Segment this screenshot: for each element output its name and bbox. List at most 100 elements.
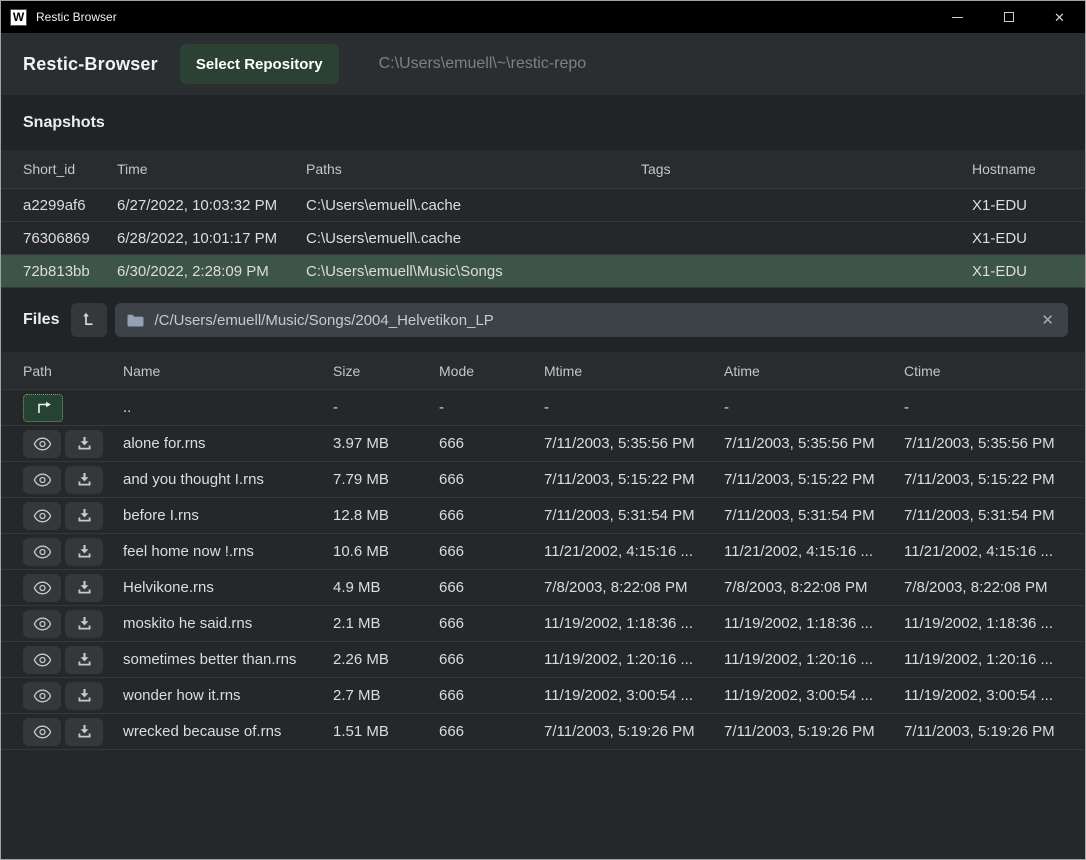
tree-view-toggle-button[interactable] <box>71 303 107 337</box>
snapshot-hostname: X1-EDU <box>972 230 1063 247</box>
clear-path-button[interactable]: ✕ <box>1039 313 1056 328</box>
file-mtime: 11/21/2002, 4:15:16 ... <box>544 543 724 560</box>
preview-file-button[interactable] <box>23 538 61 566</box>
go-to-parent-button[interactable] <box>23 394 63 422</box>
file-atime: 7/11/2003, 5:31:54 PM <box>724 507 904 524</box>
file-size: 10.6 MB <box>333 543 439 560</box>
maximize-button[interactable] <box>983 1 1034 33</box>
snapshots-section-title: Snapshots <box>23 114 105 132</box>
preview-file-button[interactable] <box>23 610 61 638</box>
file-size: 7.79 MB <box>333 471 439 488</box>
file-actions <box>23 574 123 602</box>
window-titlebar[interactable]: W Restic Browser ✕ <box>1 1 1085 33</box>
download-icon <box>77 652 92 667</box>
clear-icon: ✕ <box>1041 312 1054 329</box>
snapshot-paths: C:\Users\emuell\Music\Songs <box>306 263 641 280</box>
file-actions <box>23 682 123 710</box>
file-actions <box>23 718 123 746</box>
file-name: sometimes better than.rns <box>123 651 333 668</box>
file-row: Helvikone.rns4.9 MB6667/8/2003, 8:22:08 … <box>1 570 1085 606</box>
file-atime: - <box>724 399 904 416</box>
preview-file-button[interactable] <box>23 466 61 494</box>
file-mode: 666 <box>439 615 544 632</box>
file-mtime: 7/11/2003, 5:35:56 PM <box>544 435 724 452</box>
preview-file-button[interactable] <box>23 646 61 674</box>
eye-icon <box>33 725 52 739</box>
snapshot-row[interactable]: 72b813bb6/30/2022, 2:28:09 PMC:\Users\em… <box>1 255 1085 288</box>
files-section-title: Files <box>23 311 59 329</box>
file-ctime: 7/11/2003, 5:31:54 PM <box>904 507 1063 524</box>
restic-browser-window: W Restic Browser ✕ Restic-Browser Select… <box>0 0 1086 860</box>
download-file-button[interactable] <box>65 682 103 710</box>
current-path-text: /C/Users/emuell/Music/Songs/2004_Helveti… <box>154 312 493 329</box>
file-actions <box>23 538 123 566</box>
download-file-button[interactable] <box>65 538 103 566</box>
file-mode: 666 <box>439 471 544 488</box>
download-icon <box>77 616 92 631</box>
file-atime: 11/19/2002, 3:00:54 ... <box>724 687 904 704</box>
file-atime: 11/19/2002, 1:20:16 ... <box>724 651 904 668</box>
select-repository-button[interactable]: Select Repository <box>180 44 339 84</box>
preview-file-button[interactable] <box>23 430 61 458</box>
download-file-button[interactable] <box>65 466 103 494</box>
file-atime: 11/21/2002, 4:15:16 ... <box>724 543 904 560</box>
file-mode: 666 <box>439 435 544 452</box>
file-mode: 666 <box>439 543 544 560</box>
snapshot-row[interactable]: a2299af66/27/2022, 10:03:32 PMC:\Users\e… <box>1 189 1085 222</box>
file-row: sometimes better than.rns2.26 MB66611/19… <box>1 642 1085 678</box>
eye-icon <box>33 617 52 631</box>
close-button[interactable]: ✕ <box>1034 1 1085 33</box>
current-path-input[interactable]: /C/Users/emuell/Music/Songs/2004_Helveti… <box>115 303 1068 337</box>
download-file-button[interactable] <box>65 574 103 602</box>
snapshot-time: 6/30/2022, 2:28:09 PM <box>117 263 306 280</box>
download-file-button[interactable] <box>65 718 103 746</box>
file-row: wonder how it.rns2.7 MB66611/19/2002, 3:… <box>1 678 1085 714</box>
files-col-path: Path <box>23 363 123 379</box>
download-icon <box>77 508 92 523</box>
file-ctime: - <box>904 399 1063 416</box>
app-logo-icon: W <box>10 9 27 26</box>
eye-icon <box>33 653 52 667</box>
download-icon <box>77 724 92 739</box>
file-size: 2.7 MB <box>333 687 439 704</box>
file-atime: 11/19/2002, 1:18:36 ... <box>724 615 904 632</box>
snapshots-table-body: a2299af66/27/2022, 10:03:32 PMC:\Users\e… <box>1 189 1085 288</box>
file-size: 12.8 MB <box>333 507 439 524</box>
file-mtime: 7/11/2003, 5:31:54 PM <box>544 507 724 524</box>
files-table-body: ..-----alone for.rns3.97 MB6667/11/2003,… <box>1 390 1085 750</box>
download-file-button[interactable] <box>65 646 103 674</box>
file-ctime: 7/8/2003, 8:22:08 PM <box>904 579 1063 596</box>
file-name: before I.rns <box>123 507 333 524</box>
download-icon <box>77 580 92 595</box>
file-actions <box>23 646 123 674</box>
minimize-button[interactable] <box>932 1 983 33</box>
snapshot-time: 6/28/2022, 10:01:17 PM <box>117 230 306 247</box>
preview-file-button[interactable] <box>23 502 61 530</box>
file-name: moskito he said.rns <box>123 615 333 632</box>
files-col-mtime: Mtime <box>544 363 724 379</box>
snapshots-table-header: Short_id Time Paths Tags Hostname <box>1 150 1085 189</box>
file-mode: 666 <box>439 723 544 740</box>
file-row: and you thought I.rns7.79 MB6667/11/2003… <box>1 462 1085 498</box>
download-file-button[interactable] <box>65 610 103 638</box>
preview-file-button[interactable] <box>23 682 61 710</box>
preview-file-button[interactable] <box>23 718 61 746</box>
download-file-button[interactable] <box>65 430 103 458</box>
file-ctime: 7/11/2003, 5:35:56 PM <box>904 435 1063 452</box>
files-toolbar: Files /C/Users/emuell/Music/Songs/2004_H… <box>1 288 1085 352</box>
file-row: moskito he said.rns2.1 MB66611/19/2002, … <box>1 606 1085 642</box>
file-mode: - <box>439 399 544 416</box>
preview-file-button[interactable] <box>23 574 61 602</box>
eye-icon <box>33 545 52 559</box>
snapshot-short-id: 76306869 <box>23 230 117 247</box>
eye-icon <box>33 689 52 703</box>
download-file-button[interactable] <box>65 502 103 530</box>
download-icon <box>77 472 92 487</box>
close-icon: ✕ <box>1054 11 1065 24</box>
file-row: alone for.rns3.97 MB6667/11/2003, 5:35:5… <box>1 426 1085 462</box>
snapshot-row[interactable]: 763068696/28/2022, 10:01:17 PMC:\Users\e… <box>1 222 1085 255</box>
snapshots-title-row: Snapshots <box>1 95 1085 150</box>
file-actions <box>23 394 123 422</box>
file-name: Helvikone.rns <box>123 579 333 596</box>
file-name: and you thought I.rns <box>123 471 333 488</box>
